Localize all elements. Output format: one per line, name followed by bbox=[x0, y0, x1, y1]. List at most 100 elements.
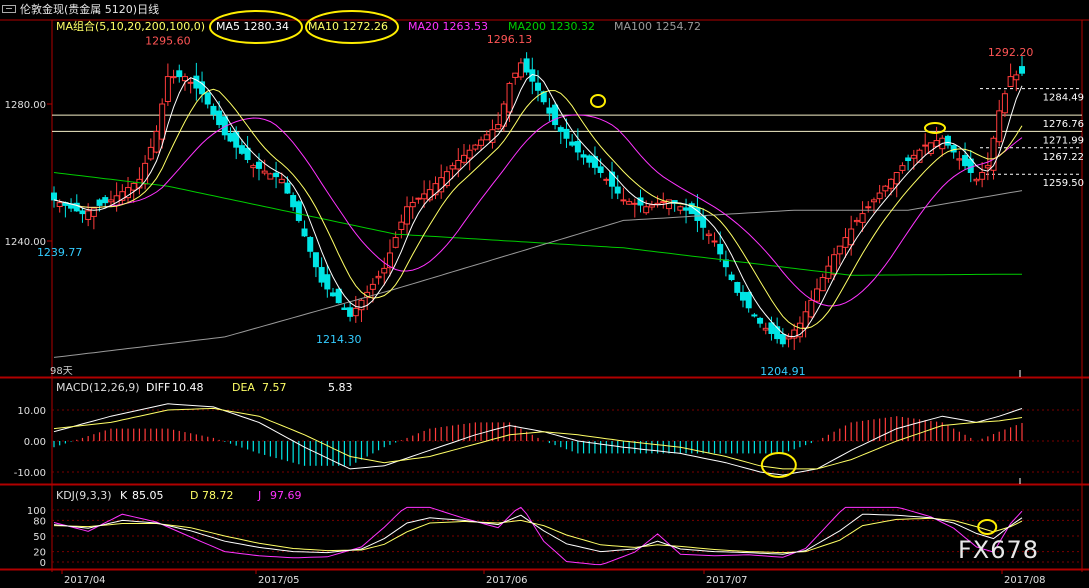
candle bbox=[814, 288, 821, 302]
watermark: FX678 bbox=[958, 536, 1040, 564]
candle bbox=[85, 210, 92, 220]
candle bbox=[255, 161, 262, 169]
chart-canvas: 1280.001240.0010.000.00-10.0010080502002… bbox=[0, 10, 1089, 586]
kdj-legend-item: J bbox=[257, 489, 261, 502]
kdj-legend-item: KDJ(9,3,3) bbox=[56, 489, 112, 502]
candle bbox=[153, 130, 160, 153]
candle bbox=[865, 206, 872, 209]
candle bbox=[848, 228, 855, 246]
kdj-tick-label: 80 bbox=[33, 516, 46, 527]
candle bbox=[734, 282, 741, 293]
macd-legend-item: DIFF bbox=[146, 381, 170, 394]
candle bbox=[347, 307, 354, 317]
candle bbox=[569, 141, 576, 146]
candle bbox=[398, 221, 405, 230]
candle bbox=[774, 326, 781, 340]
candle bbox=[181, 76, 188, 82]
extreme-price-label: 1204.91 bbox=[760, 365, 806, 378]
candle bbox=[535, 82, 541, 91]
ma5-line bbox=[53, 73, 1023, 338]
candle bbox=[159, 103, 166, 140]
price-level-label: 1259.50 bbox=[1043, 178, 1084, 189]
candle bbox=[950, 145, 957, 153]
candle bbox=[335, 288, 342, 304]
x-tick-label: 2017/07 bbox=[706, 575, 748, 586]
kdj-legend-item: K bbox=[120, 489, 128, 502]
candle bbox=[238, 145, 245, 154]
price-level-label: 1271.99 bbox=[1043, 135, 1084, 146]
candle bbox=[176, 70, 183, 78]
macd-tick-label: 10.00 bbox=[17, 406, 46, 417]
candle bbox=[164, 76, 171, 102]
candle bbox=[267, 173, 274, 180]
ma10-line bbox=[53, 88, 1023, 330]
chart-window: 1280.00 1240.00 10.00 0.00 -10.00 100 80 50 20 0 2… bbox=[0, 0, 1089, 588]
candle bbox=[956, 158, 963, 161]
candle bbox=[1019, 66, 1025, 74]
candle bbox=[819, 277, 826, 292]
candle bbox=[660, 201, 667, 204]
candle bbox=[466, 149, 473, 159]
candle bbox=[455, 160, 462, 170]
candle bbox=[415, 197, 422, 200]
candle bbox=[312, 252, 319, 268]
candle bbox=[193, 75, 200, 89]
candle bbox=[768, 322, 775, 334]
macd-legend-item: 10.48 bbox=[172, 381, 204, 394]
candle bbox=[1013, 74, 1020, 81]
extreme-price-label: 1296.13 bbox=[487, 33, 533, 46]
candle bbox=[409, 201, 416, 208]
candle bbox=[56, 202, 63, 207]
x-tick-label: 2017/04 bbox=[64, 575, 106, 586]
candle bbox=[722, 259, 729, 268]
candle bbox=[984, 165, 991, 169]
candle bbox=[295, 201, 302, 221]
candle bbox=[307, 237, 314, 252]
candle bbox=[922, 144, 929, 147]
candle bbox=[557, 127, 564, 132]
ma200-line bbox=[53, 172, 1022, 276]
candle bbox=[614, 186, 621, 194]
kdj-legend-item: 85.05 bbox=[132, 489, 164, 502]
kdj-d-line bbox=[53, 517, 1023, 554]
candle bbox=[284, 182, 291, 194]
candle bbox=[495, 124, 502, 130]
candle bbox=[352, 307, 359, 317]
candle bbox=[808, 299, 815, 318]
candle bbox=[552, 104, 559, 126]
macd-tick-label: 0.00 bbox=[24, 437, 46, 448]
candle bbox=[421, 193, 428, 200]
y-tick-label: 1280.00 bbox=[5, 100, 46, 111]
candle bbox=[51, 192, 57, 201]
candle bbox=[261, 170, 268, 174]
candle bbox=[506, 82, 513, 113]
window-title-bar: 伦敦金现(贵金属 5120)日线 bbox=[2, 2, 159, 16]
candle bbox=[631, 202, 638, 205]
candle bbox=[574, 141, 581, 153]
candle bbox=[648, 204, 655, 208]
candle bbox=[882, 185, 889, 192]
candle bbox=[603, 178, 610, 181]
candle bbox=[381, 267, 388, 274]
menu-icon[interactable] bbox=[2, 5, 16, 13]
candle bbox=[979, 172, 986, 180]
candle bbox=[711, 240, 718, 243]
candle bbox=[472, 144, 479, 150]
candle bbox=[842, 237, 849, 248]
candle bbox=[626, 201, 633, 205]
candle bbox=[341, 307, 348, 310]
candle bbox=[216, 110, 223, 126]
candle bbox=[170, 76, 177, 79]
candle bbox=[278, 178, 285, 184]
extreme-price-label: 1292.20 bbox=[988, 46, 1034, 59]
candle bbox=[677, 206, 684, 211]
candle bbox=[375, 275, 382, 279]
candle bbox=[1001, 93, 1008, 114]
candle bbox=[962, 154, 969, 167]
candle bbox=[745, 291, 752, 309]
candle bbox=[244, 147, 251, 160]
candle bbox=[910, 154, 917, 159]
candle bbox=[683, 207, 690, 211]
candle bbox=[785, 336, 792, 340]
candle bbox=[102, 197, 109, 204]
